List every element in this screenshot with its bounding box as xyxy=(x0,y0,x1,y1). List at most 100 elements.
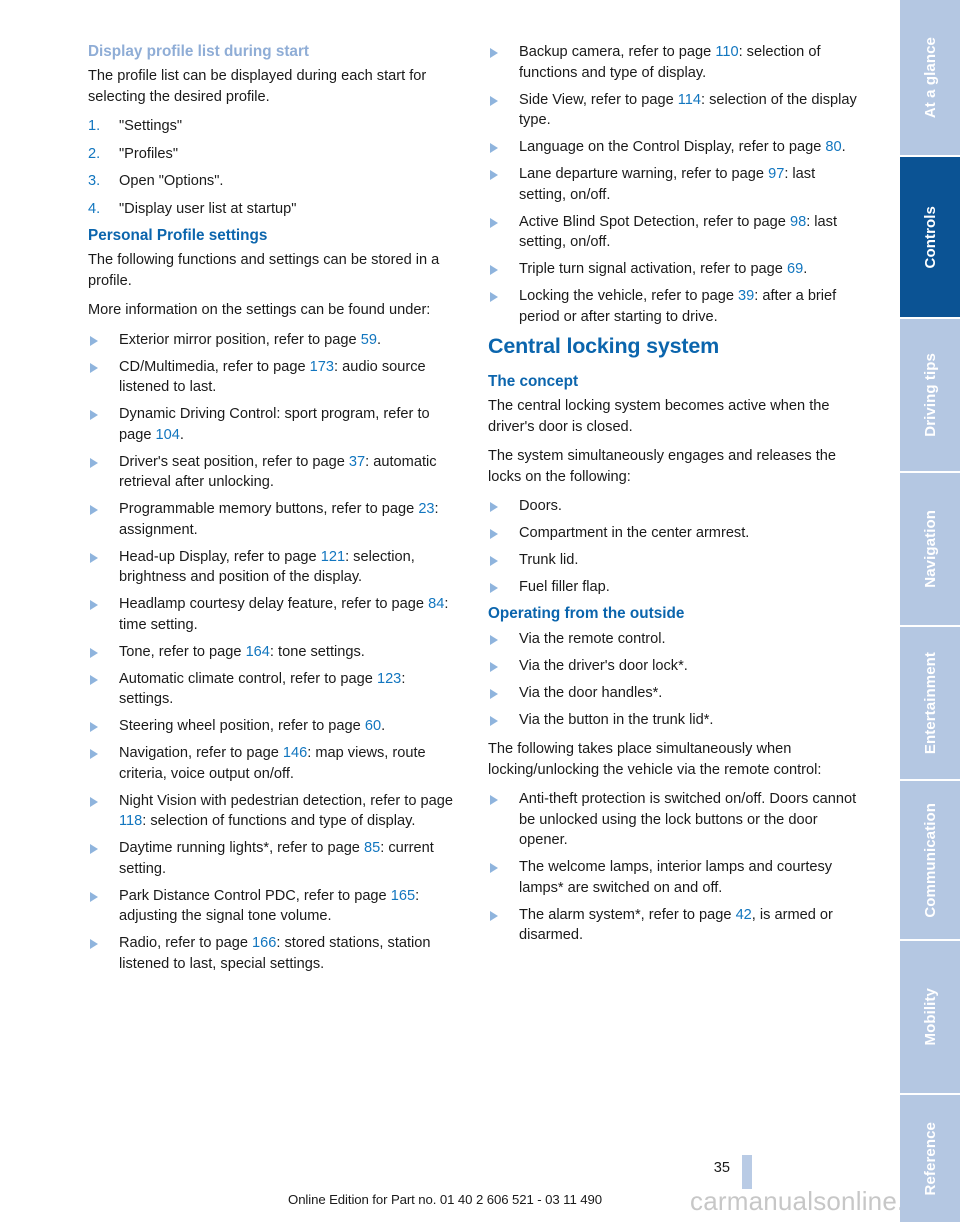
page-reference[interactable]: 23 xyxy=(418,501,434,517)
paragraph-functions-stored: The following functions and settings can… xyxy=(88,252,440,289)
list-item: Tone, refer to page 164: tone settings. xyxy=(88,642,463,663)
list-item: Backup camera, refer to page 110: select… xyxy=(488,42,863,83)
step-number: 1. xyxy=(88,118,101,135)
paragraph-profile-intro: The profile list can be displayed during… xyxy=(88,68,427,105)
page-reference[interactable]: 80 xyxy=(825,139,841,155)
sidebar-tab-navigation[interactable]: Navigation xyxy=(900,473,960,625)
list-item: Navigation, refer to page 146: map views… xyxy=(88,743,463,784)
page-reference[interactable]: 165 xyxy=(391,888,415,904)
right-column: Backup camera, refer to page 110: select… xyxy=(488,42,863,952)
sidebar-tab-label: Reference xyxy=(921,1121,939,1196)
list-item: Via the button in the trunk lid*. xyxy=(488,710,863,731)
bullet-text-pre: Automatic climate control, refer to page xyxy=(119,670,377,687)
bullet-text-pre: Anti-theft protection is switched on/off… xyxy=(519,791,857,849)
page-reference[interactable]: 118 xyxy=(119,813,142,829)
triangle-bullet-icon xyxy=(490,529,498,540)
page-reference[interactable]: 60 xyxy=(365,718,381,734)
page-reference[interactable]: 114 xyxy=(678,92,701,108)
triangle-bullet-icon xyxy=(490,661,498,672)
list-item: Active Blind Spot Detection, refer to pa… xyxy=(488,212,863,253)
numbered-steps-list: 1. "Settings" 2. "Profiles" 3. Open "Opt… xyxy=(88,116,463,219)
page-reference[interactable]: 121 xyxy=(321,549,345,565)
sidebar-tab-entertainment[interactable]: Entertainment xyxy=(900,627,960,779)
page-reference[interactable]: 59 xyxy=(361,332,377,348)
bullet-text-pre: Tone, refer to page xyxy=(119,643,246,660)
page-reference[interactable]: 146 xyxy=(283,745,307,761)
bullet-text-pre: Navigation, refer to page xyxy=(119,745,283,762)
heading-operating-from-outside: Operating from the outside xyxy=(488,605,685,623)
bullet-text-pre: Night Vision with pedestrian detection, … xyxy=(119,792,453,809)
page-reference[interactable]: 173 xyxy=(310,359,334,375)
bullet-text-post: . xyxy=(376,331,381,348)
page-reference[interactable]: 84 xyxy=(428,596,444,612)
sidebar-tab-reference[interactable]: Reference xyxy=(900,1095,960,1222)
list-item: Doors. xyxy=(488,496,863,517)
sidebar-tab-at-a-glance[interactable]: At a glance xyxy=(900,0,960,155)
list-item: Triple turn signal activation, refer to … xyxy=(488,259,863,280)
page-reference[interactable]: 104 xyxy=(156,427,180,443)
list-item: Programmable memory buttons, refer to pa… xyxy=(88,499,463,540)
triangle-bullet-icon xyxy=(90,674,98,685)
step-number: 2. xyxy=(88,145,101,162)
remote-control-bullet-list: Anti-theft protection is switched on/off… xyxy=(488,789,863,946)
sidebar-tab-label: Navigation xyxy=(921,510,939,588)
bullet-text-pre: Via the door handles*. xyxy=(519,684,663,701)
bullet-text-pre: Daytime running lights*, refer to page xyxy=(119,840,364,857)
sidebar-tab-label: Controls xyxy=(921,205,939,269)
bullet-text-pre: Via the button in the trunk lid*. xyxy=(519,711,714,728)
heading-personal-profile-settings: Personal Profile settings xyxy=(88,227,268,245)
bullet-text-pre: Radio, refer to page xyxy=(119,935,253,952)
triangle-bullet-icon xyxy=(90,749,98,760)
list-item: Driver's seat position, refer to page 37… xyxy=(88,452,463,493)
sidebar-tab-driving-tips[interactable]: Driving tips xyxy=(900,319,960,471)
page-reference[interactable]: 85 xyxy=(364,840,380,856)
step-number: 3. xyxy=(88,173,101,190)
heading-display-profile-list: Display profile list during start xyxy=(88,43,309,60)
triangle-bullet-icon xyxy=(90,410,98,421)
page-reference[interactable]: 42 xyxy=(736,907,752,923)
triangle-bullet-icon xyxy=(90,335,98,346)
page-reference[interactable]: 69 xyxy=(787,261,803,277)
list-item: Automatic climate control, refer to page… xyxy=(88,669,463,710)
list-item: Head-up Display, refer to page 121: sele… xyxy=(88,547,463,588)
step-number: 4. xyxy=(88,200,101,217)
triangle-bullet-icon xyxy=(490,583,498,594)
heading-the-concept: The concept xyxy=(488,373,579,391)
sidebar-tab-controls[interactable]: Controls xyxy=(900,157,960,317)
page-reference[interactable]: 110 xyxy=(715,44,738,60)
concept-bullet-list: Doors. Compartment in the center armrest… xyxy=(488,496,863,598)
bullet-text-pre: Head-up Display, refer to page xyxy=(119,548,321,565)
sidebar-tab-communication[interactable]: Communication xyxy=(900,781,960,939)
page-reference[interactable]: 37 xyxy=(349,454,365,470)
triangle-bullet-icon xyxy=(90,647,98,658)
page-reference[interactable]: 164 xyxy=(246,644,270,660)
bullet-text-pre: Driver's seat position, refer to page xyxy=(119,453,349,470)
sidebar-tab-label: At a glance xyxy=(921,36,939,119)
triangle-bullet-icon xyxy=(90,844,98,855)
heading-central-locking-system: Central locking system xyxy=(488,333,719,358)
bullet-text-pre: Locking the vehicle, refer to page xyxy=(519,288,739,304)
list-item: The alarm system*, refer to page 42, is … xyxy=(488,905,863,946)
page-reference[interactable]: 97 xyxy=(768,166,784,182)
list-item: Via the driver's door lock*. xyxy=(488,656,863,677)
page-reference[interactable]: 39 xyxy=(738,288,754,304)
sidebar-tab-mobility[interactable]: Mobility xyxy=(900,941,960,1093)
bullet-text-pre: Fuel filler flap. xyxy=(519,579,610,596)
triangle-bullet-icon xyxy=(490,95,498,106)
bullet-text-pre: Side View, refer to page xyxy=(519,91,678,108)
bullet-text-pre: CD/Multimedia, refer to page xyxy=(119,358,310,375)
page-reference[interactable]: 98 xyxy=(790,214,806,230)
triangle-bullet-icon xyxy=(490,795,498,806)
manual-page: Display profile list during start The pr… xyxy=(0,0,960,1222)
sidebar-tab-label: Mobility xyxy=(921,988,939,1046)
triangle-bullet-icon xyxy=(490,502,498,513)
bullet-text-pre: Park Distance Control PDC, refer to page xyxy=(119,887,391,904)
step-text: Open "Options". xyxy=(119,173,224,190)
page-number: 35 xyxy=(713,1160,730,1176)
sidebar-tab-label: Communication xyxy=(921,802,939,918)
bullet-text-post: : selection of functions and type of dis… xyxy=(142,813,416,830)
page-reference[interactable]: 166 xyxy=(252,935,276,951)
bullet-text-pre: The alarm system*, refer to page xyxy=(519,906,736,923)
bullet-text-pre: Active Blind Spot Detection, refer to pa… xyxy=(519,213,790,230)
page-reference[interactable]: 123 xyxy=(377,671,401,687)
